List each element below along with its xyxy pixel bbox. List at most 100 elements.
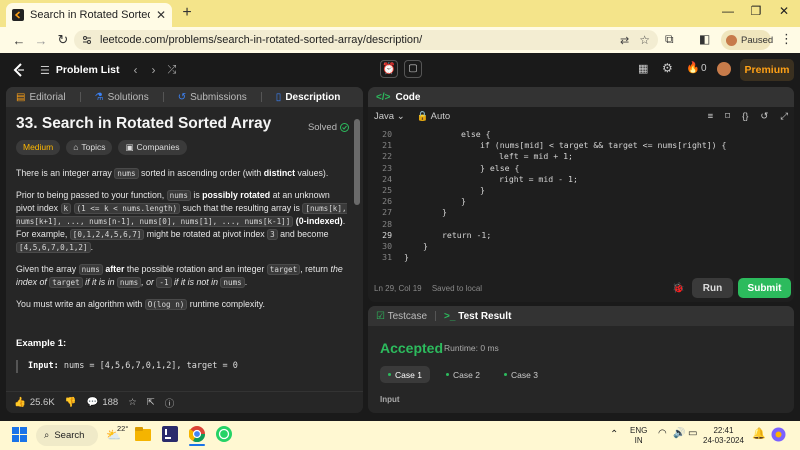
tab-editorial[interactable]: ▤ Editorial	[16, 92, 66, 103]
code-line-25[interactable]: 25}	[368, 185, 485, 196]
language-indicator[interactable]: ENG IN	[630, 426, 647, 446]
code-line-21[interactable]: 21 if (nums[mid] < target && target <= nu…	[368, 140, 726, 151]
minimize-button[interactable]: —	[716, 4, 740, 18]
like-count: 25.6K	[29, 397, 55, 408]
format-icon[interactable]: ≡	[708, 111, 714, 122]
shuffle-icon[interactable]: ⤮	[167, 64, 176, 77]
notes-icon[interactable]: ▢	[404, 60, 422, 78]
scrollbar-thumb[interactable]	[354, 119, 360, 205]
leetcode-favicon-icon	[12, 9, 24, 21]
bookmark-icon[interactable]: ⌑	[725, 111, 730, 122]
windows-start-icon[interactable]	[12, 427, 27, 442]
braces-icon[interactable]: {}	[742, 111, 748, 122]
notification-icon[interactable]: 🔔	[752, 427, 766, 440]
bookmark-star-icon[interactable]: ☆	[639, 33, 650, 47]
chrome-icon[interactable]	[189, 426, 205, 442]
timer-icon[interactable]: ⏰	[380, 60, 398, 78]
taskbar-search[interactable]: ⌕ Search	[36, 425, 98, 446]
topics-tag[interactable]: ⌂ Topics	[66, 140, 113, 155]
code-line-29[interactable]: 29 return -1;	[368, 230, 491, 241]
volume-icon[interactable]: 🔊	[673, 428, 685, 439]
difficulty-badge[interactable]: Medium	[16, 140, 61, 155]
case-tab-3[interactable]: Case 3	[496, 366, 546, 383]
code-line-31[interactable]: 31}	[368, 252, 409, 263]
browser-menu-icon[interactable]: ⋮	[780, 31, 793, 47]
profile-button[interactable]: Paused	[721, 30, 774, 50]
line-number: 27	[382, 207, 392, 218]
description-scrollbar[interactable]	[353, 107, 361, 391]
battery-icon[interactable]: ▭	[688, 428, 697, 439]
maximize-button[interactable]: ❐	[744, 4, 768, 18]
comments-button[interactable]: 💬 188	[87, 397, 119, 408]
line-text: }	[442, 207, 447, 218]
code-line-23[interactable]: 23} else {	[368, 163, 519, 174]
submit-button[interactable]: Submit	[738, 278, 791, 298]
paragraph-2: Prior to being passed to your function, …	[16, 190, 347, 253]
prev-problem-icon[interactable]: ‹	[133, 63, 137, 77]
dislike-button[interactable]: 👎	[65, 397, 77, 408]
leetcode-logo-icon[interactable]	[12, 62, 26, 78]
layout-grid-icon[interactable]: ▦	[638, 62, 648, 75]
language-select[interactable]: Java ⌄	[374, 111, 405, 122]
back-arrow-icon[interactable]: ←	[8, 33, 30, 48]
paragraph-4: You must write an algorithm with O(log n…	[16, 299, 265, 310]
wifi-icon[interactable]: ◠	[658, 428, 667, 439]
reload-icon[interactable]: ↻	[52, 32, 74, 48]
intellij-icon[interactable]	[162, 426, 178, 442]
tab-testcase[interactable]: ☑ Testcase	[376, 311, 427, 322]
close-tab-icon[interactable]: ✕	[156, 8, 166, 22]
clock[interactable]: 22:41 24-03-2024	[703, 426, 744, 446]
reset-icon[interactable]: ↺	[760, 111, 768, 122]
fire-streak-icon[interactable]: 🔥	[686, 61, 700, 74]
profile-status: Paused	[741, 34, 774, 46]
list-icon: ☰	[40, 64, 50, 77]
whatsapp-icon[interactable]	[216, 426, 232, 442]
favorite-star-icon[interactable]: ☆	[128, 397, 137, 408]
auto-mode[interactable]: 🔒 Auto	[417, 111, 451, 122]
address-bar[interactable]: leetcode.com/problems/search-in-rotated-…	[74, 30, 658, 50]
forward-arrow-icon[interactable]: →	[30, 33, 52, 48]
premium-button[interactable]: Premium	[740, 59, 794, 81]
code-line-30[interactable]: 30}	[368, 241, 428, 252]
test-panel-tabs: ☑ Testcase >_ Test Result	[368, 306, 794, 326]
user-avatar[interactable]	[717, 62, 731, 76]
code-brackets-icon: </>	[376, 91, 391, 103]
companies-tag[interactable]: ▣ Companies	[118, 140, 187, 155]
case-tab-1[interactable]: Case 1	[380, 366, 430, 383]
problem-list-link[interactable]: Problem List	[56, 64, 120, 76]
browser-tab[interactable]: Search in Rotated Sorted Array ✕	[6, 3, 172, 27]
tray-chevron-up-icon[interactable]: ⌃	[610, 429, 618, 440]
code-line-26[interactable]: 26}	[368, 196, 466, 207]
like-button[interactable]: 👍 25.6K	[14, 397, 55, 408]
line-number: 30	[382, 241, 392, 251]
site-info-icon[interactable]	[82, 35, 92, 45]
close-window-button[interactable]: ✕	[772, 4, 796, 18]
fullscreen-icon[interactable]: ⤢	[780, 111, 788, 122]
new-tab-button[interactable]: +	[177, 4, 197, 22]
code-line-28[interactable]: 28	[368, 219, 404, 230]
code-line-22[interactable]: 22 left = mid + 1;	[368, 151, 573, 162]
page-title[interactable]: 33. Search in Rotated Sorted Array	[16, 116, 349, 132]
debug-icon[interactable]: 🐞	[672, 283, 684, 294]
file-explorer-icon[interactable]	[135, 427, 151, 441]
case-tab-2[interactable]: Case 2	[438, 366, 488, 383]
code-line-20[interactable]: 20 else {	[368, 129, 490, 140]
extensions-icon[interactable]: ⧉	[665, 32, 674, 47]
copilot-icon[interactable]	[771, 427, 786, 442]
run-button[interactable]: Run	[692, 278, 733, 298]
code-line-27[interactable]: 27}	[368, 207, 447, 218]
help-icon[interactable]: ⓘ	[165, 396, 175, 410]
comment-icon: 💬	[86, 397, 99, 408]
tab-description[interactable]: ▯ Description	[276, 92, 341, 103]
tab-solutions[interactable]: ⚗ Solutions	[95, 92, 149, 103]
translate-icon[interactable]: ⇄	[620, 34, 629, 47]
description-footer: 👍 25.6K 👎 💬 188 ☆ ⇱ ⓘ	[6, 391, 363, 413]
line-number: 29	[382, 229, 392, 240]
side-panel-icon[interactable]: ◧	[699, 32, 710, 46]
tab-test-result[interactable]: >_ Test Result	[444, 311, 511, 322]
share-icon[interactable]: ⇱	[147, 397, 155, 408]
next-problem-icon[interactable]: ›	[151, 63, 155, 77]
code-line-24[interactable]: 24 right = mid - 1;	[368, 174, 578, 185]
settings-gear-icon[interactable]: ⚙	[662, 61, 673, 75]
tab-submissions[interactable]: ↺ Submissions	[178, 92, 247, 103]
